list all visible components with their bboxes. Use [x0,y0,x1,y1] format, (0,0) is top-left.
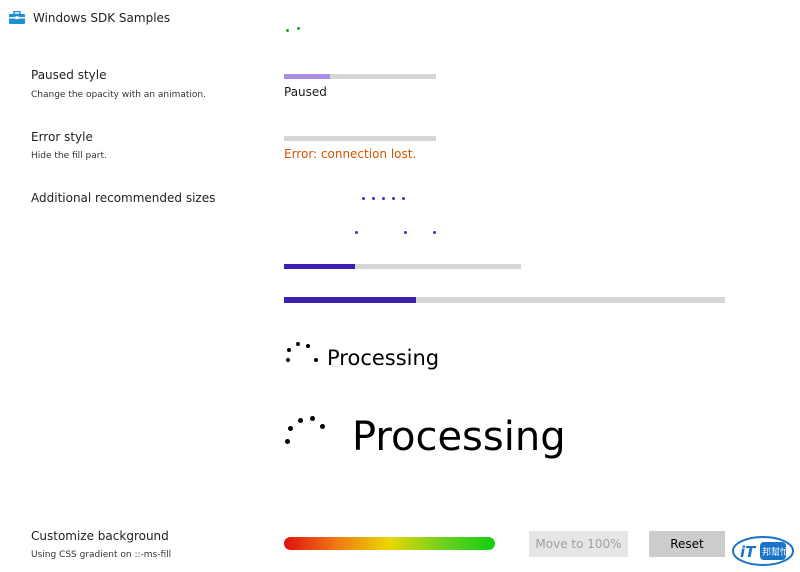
indeterminate-dot [362,197,365,200]
error-section-title: Error style [31,130,93,144]
app-title: Windows SDK Samples [33,11,171,25]
indeterminate-dot [372,197,375,200]
processing-label-large: Processing [352,414,566,460]
large-progress-fill [284,297,417,303]
progress-ring-large [284,412,332,448]
error-section-description: Hide the fill part. [31,151,107,161]
reset-button[interactable]: Reset [649,531,725,557]
paused-progress-bar [284,74,436,79]
progress-ring-small [284,340,320,368]
indeterminate-dot [297,27,300,30]
indeterminate-dot [286,29,289,32]
ithome-watermark-logo: iT 邦幫忙 [732,536,794,566]
medium-progress-bar [284,264,521,269]
customize-section-title: Customize background [31,529,169,543]
paused-section-description: Change the opacity with an animation. [31,90,206,100]
indeterminate-dot [402,197,405,200]
indeterminate-dot [404,231,407,234]
error-progress-bar [284,136,436,141]
customize-section-description: Using CSS gradient on ::-ms-fill [31,550,172,560]
sizes-section-title: Additional recommended sizes [31,191,216,205]
large-progress-bar [284,297,725,303]
indeterminate-dot [433,231,436,234]
paused-status-text: Paused [284,85,327,99]
toolbox-icon [8,10,26,24]
indeterminate-dot [392,197,395,200]
move-to-100-button[interactable]: Move to 100% [529,531,628,557]
paused-progress-fill [284,74,330,79]
gradient-progress-bar [284,537,495,550]
error-status-text: Error: connection lost. [284,147,417,161]
paused-section-title: Paused style [31,68,107,82]
svg-text:iT: iT [740,543,757,561]
processing-label-small: Processing [327,346,440,370]
medium-progress-fill [284,264,356,269]
indeterminate-dot [382,197,385,200]
svg-text:邦幫忙: 邦幫忙 [762,546,789,558]
indeterminate-dot [355,231,358,234]
